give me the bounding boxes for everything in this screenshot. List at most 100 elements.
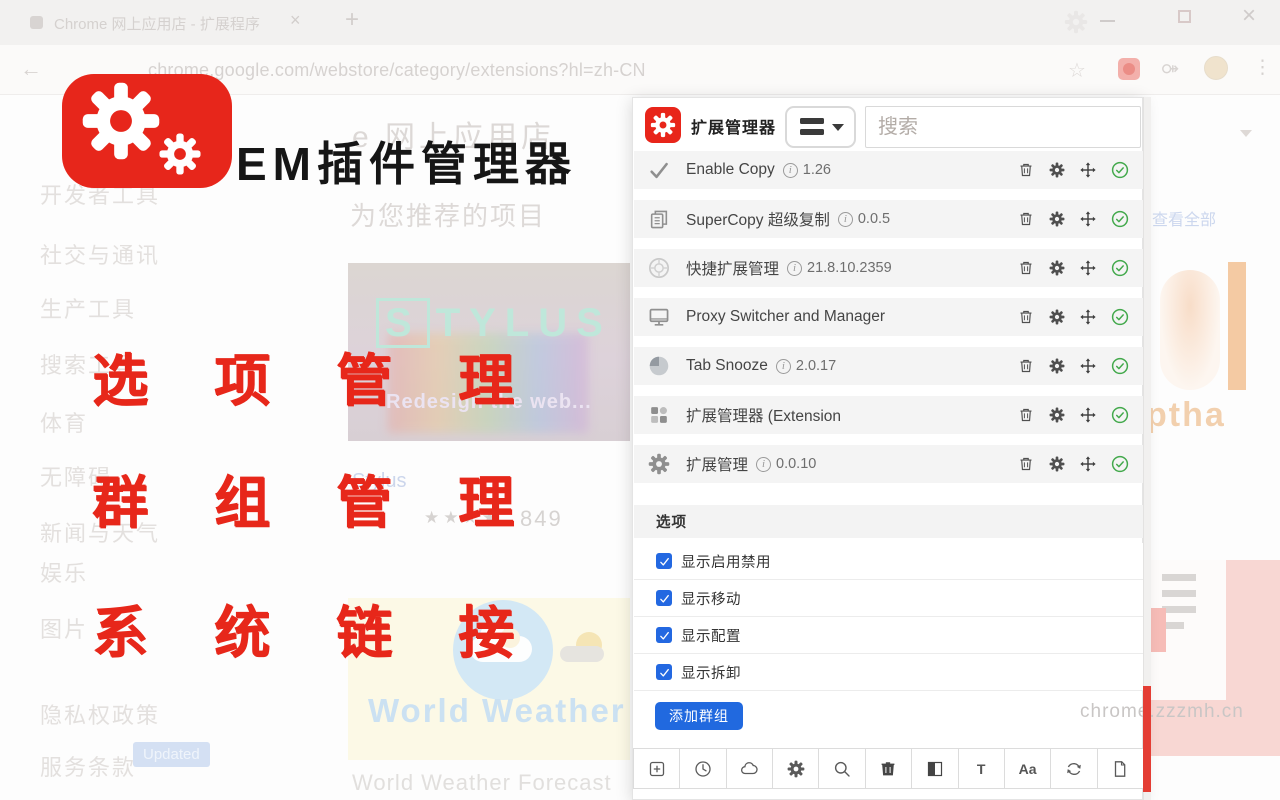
toolbar-trash-filled-button[interactable]: [865, 748, 912, 789]
popup-title: 扩展管理器: [691, 114, 776, 138]
enabled-check-icon[interactable]: [1111, 259, 1129, 277]
grid-icon: [648, 404, 670, 426]
view-mode-dropdown[interactable]: [785, 106, 856, 148]
extension-pinned-icon[interactable]: [1118, 58, 1140, 80]
add-group-button[interactable]: 添加群组: [655, 702, 743, 730]
move-icon[interactable]: [1080, 162, 1096, 178]
move-icon[interactable]: [1080, 309, 1096, 325]
tab-title[interactable]: Chrome 网上应用店 - 扩展程序: [54, 13, 260, 34]
toolbar-add-window-button[interactable]: [633, 748, 680, 789]
extensions-puzzle-icon[interactable]: ⚩: [1162, 57, 1179, 82]
move-icon[interactable]: [1080, 260, 1096, 276]
move-icon[interactable]: [1080, 456, 1096, 472]
toolbar-gear-tb-button[interactable]: [772, 748, 819, 789]
sidebar-item[interactable]: 隐私权政策: [40, 698, 160, 730]
uninstall-trash-icon[interactable]: [1018, 358, 1034, 374]
check-circle-icon: [1111, 161, 1129, 179]
recommended-heading: 为您推荐的项目: [350, 196, 546, 233]
search-input[interactable]: [865, 106, 1141, 148]
browser-gear-icon: [1064, 10, 1088, 39]
toolbar-letter: Aa: [1019, 761, 1037, 777]
shutter-icon: [648, 257, 670, 279]
enabled-check-icon[interactable]: [1111, 357, 1129, 375]
extension-row: 快捷扩展管理i21.8.10.2359: [634, 249, 1143, 287]
screen: Chrome 网上应用店 - 扩展程序 × + × ← chrome.googl…: [0, 0, 1280, 800]
checkbox-checked[interactable]: [656, 664, 672, 680]
move-icon[interactable]: [1080, 407, 1096, 423]
window-close-button[interactable]: ×: [1242, 2, 1256, 30]
extension-version: 21.8.10.2359: [807, 260, 892, 276]
toolbar-contrast-button[interactable]: [911, 748, 958, 789]
captcha-artwork: [1228, 262, 1246, 390]
view-all-link[interactable]: 查看全部: [1152, 206, 1216, 230]
sidebar-item[interactable]: 娱乐: [40, 556, 88, 588]
checkbox-checked[interactable]: [656, 553, 672, 569]
uninstall-trash-icon[interactable]: [1018, 407, 1034, 423]
checkbox-checked[interactable]: [656, 590, 672, 606]
trash-icon: [1018, 456, 1034, 472]
options-gear-icon[interactable]: [1049, 211, 1065, 227]
enabled-check-icon[interactable]: [1111, 161, 1129, 179]
uninstall-trash-icon[interactable]: [1018, 456, 1034, 472]
toolbar-file-button[interactable]: [1097, 748, 1144, 789]
scrollbar-thumb[interactable]: [1143, 686, 1151, 792]
toolbar-text-t-button[interactable]: T: [958, 748, 1005, 789]
gear-icon: [158, 132, 202, 181]
contrast-icon: [926, 760, 944, 778]
extension-name: Enable Copy: [686, 161, 775, 179]
option-label: 显示配置: [681, 625, 741, 646]
move-icon[interactable]: [1080, 211, 1096, 227]
toolbar-search-button[interactable]: [818, 748, 865, 789]
toolbar-cloud-button[interactable]: [726, 748, 773, 789]
check-circle-icon: [1111, 259, 1129, 277]
uninstall-trash-icon[interactable]: [1018, 260, 1034, 276]
tab-close-icon[interactable]: ×: [290, 10, 301, 31]
trash-icon: [1018, 358, 1034, 374]
option-label: 显示拆卸: [681, 662, 741, 683]
toolbar-text-aa-button[interactable]: Aa: [1004, 748, 1051, 789]
options-section-header: 选项: [634, 505, 1143, 538]
toolbar-refresh-button[interactable]: [1050, 748, 1097, 789]
clock-pie-icon: [648, 355, 670, 377]
browser-menu-icon[interactable]: ⋮: [1253, 56, 1272, 79]
back-icon[interactable]: ←: [20, 56, 42, 82]
chevron-down-icon: [832, 124, 844, 131]
enabled-check-icon[interactable]: [1111, 455, 1129, 473]
sidebar-item[interactable]: 社交与通讯: [40, 238, 160, 270]
sidebar-item[interactable]: 体育: [40, 406, 88, 438]
options-gear-icon[interactable]: [1049, 162, 1065, 178]
weather-title: World Weather: [368, 692, 626, 730]
small-cloud-icon: [560, 646, 604, 662]
bookmark-star-icon[interactable]: ☆: [1068, 58, 1086, 83]
enabled-check-icon[interactable]: [1111, 308, 1129, 326]
options-gear-icon[interactable]: [1049, 309, 1065, 325]
move-icon[interactable]: [1080, 358, 1096, 374]
options-gear-icon[interactable]: [1049, 407, 1065, 423]
sidebar-item[interactable]: 生产工具: [40, 292, 136, 324]
gear-icon: [1049, 407, 1065, 423]
popup-app-icon: [645, 107, 681, 143]
options-gear-icon[interactable]: [1049, 456, 1065, 472]
toolbar-clock-button[interactable]: [679, 748, 726, 789]
enabled-check-icon[interactable]: [1111, 406, 1129, 424]
check-circle-icon: [1111, 406, 1129, 424]
enabled-check-icon[interactable]: [1111, 210, 1129, 228]
sidebar-item[interactable]: 图片: [40, 612, 88, 644]
url-text[interactable]: chrome.google.com/webstore/category/exte…: [148, 60, 646, 81]
new-tab-button[interactable]: +: [345, 6, 359, 34]
updated-badge: Updated: [133, 742, 210, 767]
window-maximize-button[interactable]: [1178, 10, 1191, 23]
window-minimize-button[interactable]: [1100, 20, 1115, 22]
uninstall-trash-icon[interactable]: [1018, 309, 1034, 325]
uninstall-trash-icon[interactable]: [1018, 162, 1034, 178]
profile-avatar[interactable]: [1204, 56, 1228, 80]
extension-icon: [644, 404, 674, 426]
options-gear-icon[interactable]: [1049, 260, 1065, 276]
options-gear-icon[interactable]: [1049, 358, 1065, 374]
checkbox-checked[interactable]: [656, 627, 672, 643]
toolbar-letter: T: [977, 761, 986, 777]
uninstall-trash-icon[interactable]: [1018, 211, 1034, 227]
option-label: 显示移动: [681, 588, 741, 609]
extension-name: SuperCopy 超级复制: [686, 208, 830, 230]
sidebar-item[interactable]: 服务条款: [40, 750, 136, 782]
